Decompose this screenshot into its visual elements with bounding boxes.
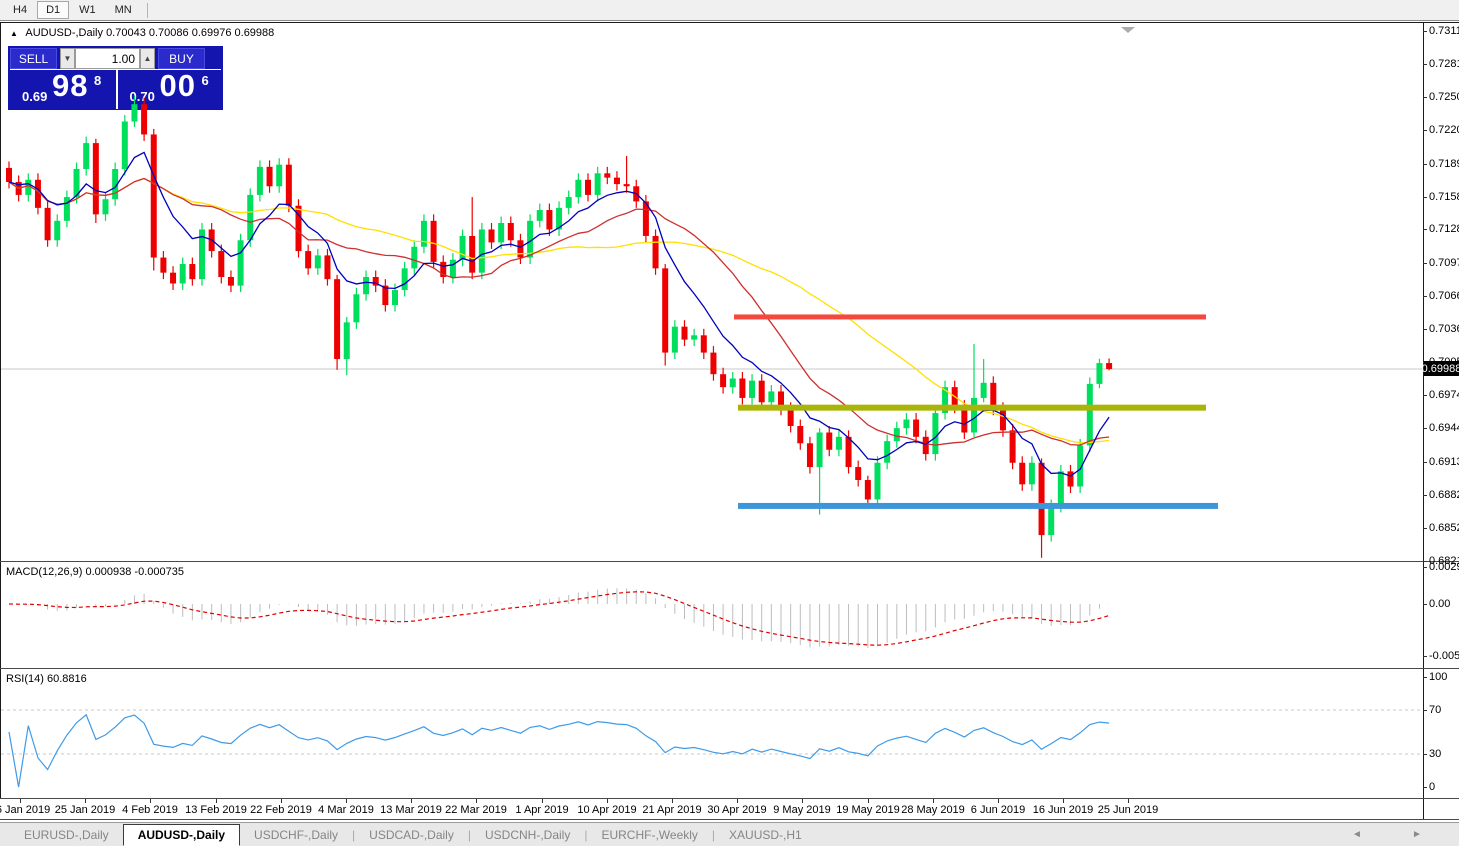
- date-tick-label: 22 Feb 2019: [250, 804, 312, 816]
- rsi-indicator-pane[interactable]: [1, 669, 1423, 798]
- date-tick-mark: [737, 799, 738, 803]
- main-price-chart[interactable]: [1, 24, 1423, 561]
- chart-tab-xauusd[interactable]: XAUUSD-,H1: [715, 825, 816, 845]
- chart-tab-usdchf[interactable]: USDCHF-,Daily: [240, 825, 352, 845]
- date-tick-label: 4 Feb 2019: [122, 804, 178, 816]
- chart-tab-eurusd[interactable]: EURUSD-,Daily: [10, 825, 123, 845]
- date-tick-label: 16 Jan 2019: [0, 804, 50, 816]
- date-tick-mark: [1063, 799, 1064, 803]
- rsi-tick-label: 100: [1429, 671, 1447, 683]
- timeframe-button-d1[interactable]: D1: [37, 1, 69, 19]
- date-tick-mark: [607, 799, 608, 803]
- chart-tab-audusd[interactable]: AUDUSD-,Daily: [123, 824, 240, 846]
- rsi-tick-mark: [1423, 787, 1427, 788]
- date-tick-label: 4 Mar 2019: [318, 804, 374, 816]
- tab-scroll-right-icon[interactable]: ►: [1412, 829, 1422, 840]
- support-line[interactable]: [738, 503, 1218, 509]
- date-tick-mark: [216, 799, 217, 803]
- date-tick-label: 25 Jun 2019: [1098, 804, 1159, 816]
- resistance-line[interactable]: [734, 314, 1206, 319]
- current-price-badge: 0.69988: [1424, 361, 1459, 376]
- date-tick-label: 10 Apr 2019: [577, 804, 636, 816]
- timeframe-button-h4[interactable]: H4: [4, 1, 36, 19]
- macd-pane-separator: [0, 561, 1459, 562]
- chart-frame-top: [0, 22, 1459, 23]
- date-tick-mark: [346, 799, 347, 803]
- window-bottom-edge: [0, 819, 1459, 820]
- timeframe-button-w1[interactable]: W1: [70, 1, 105, 19]
- rsi-tick-mark: [1423, 677, 1427, 678]
- date-tick-label: 13 Mar 2019: [380, 804, 442, 816]
- date-tick-label: 22 Mar 2019: [445, 804, 507, 816]
- date-tick-mark: [150, 799, 151, 803]
- timeframe-button-mn[interactable]: MN: [106, 1, 141, 19]
- pivot-line[interactable]: [738, 405, 1206, 411]
- chart-tab-bar: EURUSD-,DailyAUDUSD-,DailyUSDCHF-,Daily|…: [0, 822, 1459, 846]
- date-tick-mark: [411, 799, 412, 803]
- rsi-tick-mark: [1423, 754, 1427, 755]
- chart-tab-usdcad[interactable]: USDCAD-,Daily: [355, 825, 468, 845]
- rsi-axis: 100 70 30 0: [1423, 0, 1459, 800]
- date-tick-mark: [802, 799, 803, 803]
- date-tick-mark: [868, 799, 869, 803]
- date-tick-mark: [281, 799, 282, 803]
- date-tick-label: 13 Feb 2019: [185, 804, 247, 816]
- trading-terminal-window: { "toolbar": { "timeframes": [ {"label":…: [0, 0, 1459, 846]
- date-tick-label: 21 Apr 2019: [642, 804, 701, 816]
- autoscroll-marker-icon[interactable]: [1121, 27, 1135, 33]
- date-tick-label: 19 May 2019: [836, 804, 900, 816]
- date-tick-label: 9 May 2019: [773, 804, 830, 816]
- rsi-tick-label: 70: [1429, 704, 1441, 716]
- date-tick-label: 1 Apr 2019: [515, 804, 568, 816]
- chart-tab-usdcnh[interactable]: USDCNH-,Daily: [471, 825, 584, 845]
- rsi-label: RSI(14) 60.8816: [6, 673, 87, 685]
- date-axis: 16 Jan 2019 25 Jan 2019 4 Feb 2019 13 Fe…: [0, 799, 1423, 819]
- date-tick-label: 30 Apr 2019: [707, 804, 766, 816]
- timeframe-toolbar: H4D1W1MN: [0, 0, 1459, 21]
- date-tick-mark: [1128, 799, 1129, 803]
- date-tick-label: 16 Jun 2019: [1033, 804, 1094, 816]
- date-tick-mark: [672, 799, 673, 803]
- date-tick-mark: [998, 799, 999, 803]
- macd-indicator-pane[interactable]: [1, 563, 1423, 668]
- date-tick-mark: [20, 799, 21, 803]
- rsi-tick-label: 30: [1429, 748, 1441, 760]
- toolbar-separator: [147, 3, 148, 18]
- date-tick-mark: [85, 799, 86, 803]
- rsi-tick-mark: [1423, 710, 1427, 711]
- date-tick-label: 25 Jan 2019: [55, 804, 116, 816]
- rsi-line: [9, 715, 1109, 787]
- tab-scroll-left-icon[interactable]: ◄: [1352, 829, 1362, 840]
- macd-label: MACD(12,26,9) 0.000938 -0.000735: [6, 566, 184, 578]
- rsi-tick-label: 0: [1429, 781, 1435, 793]
- date-tick-mark: [476, 799, 477, 803]
- date-tick-label: 28 May 2019: [901, 804, 965, 816]
- ma-fast-line: [9, 152, 1109, 476]
- chart-tab-eurchf[interactable]: EURCHF-,Weekly: [587, 825, 711, 845]
- date-tick-mark: [542, 799, 543, 803]
- date-tick-mark: [933, 799, 934, 803]
- date-tick-label: 6 Jun 2019: [971, 804, 1025, 816]
